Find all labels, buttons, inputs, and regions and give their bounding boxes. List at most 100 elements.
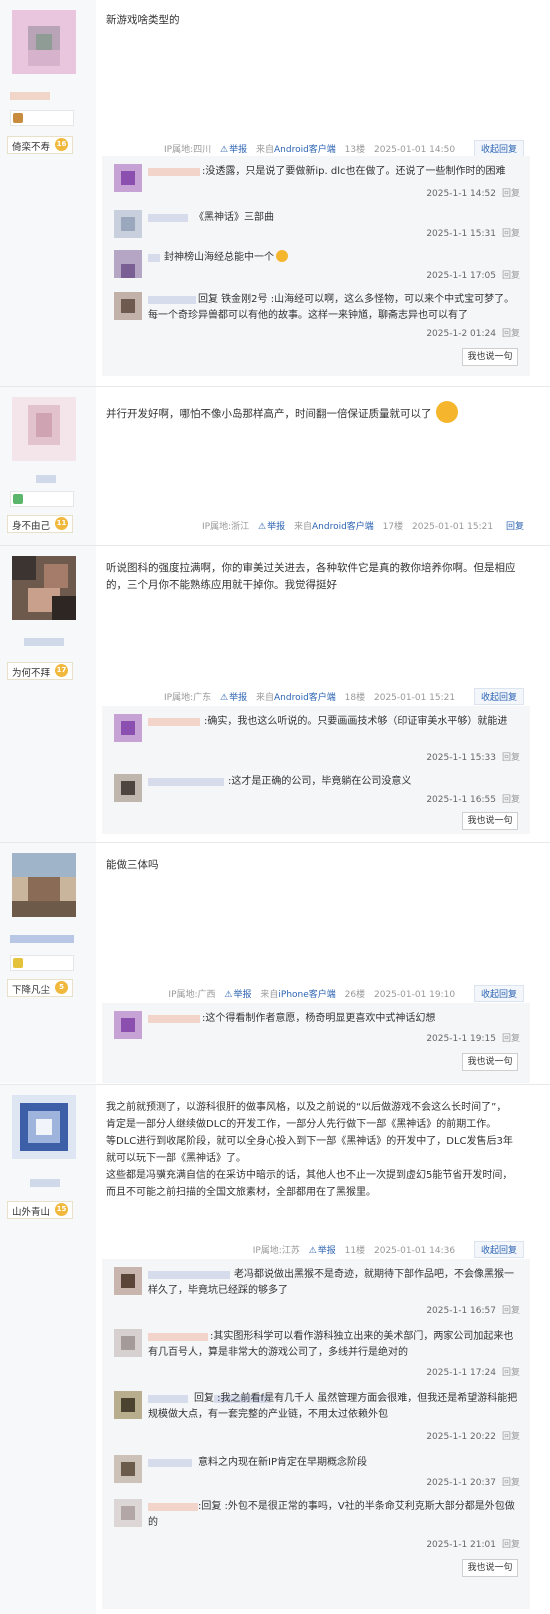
say-something-button[interactable]: 我也说一句 xyxy=(462,348,518,366)
comment-time: 2025-1-1 16:57 回复 xyxy=(426,1303,520,1316)
floor-number: 11楼 xyxy=(344,1246,366,1256)
comment-timestamp: 2025-1-1 15:31 xyxy=(426,229,496,239)
comment-avatar[interactable] xyxy=(114,1329,142,1357)
comment-reply-link[interactable]: 回复 xyxy=(502,795,520,805)
author-sidebar: 为何不拜 17 xyxy=(0,546,96,842)
say-something-button[interactable]: 我也说一句 xyxy=(462,1559,518,1577)
avatar[interactable] xyxy=(12,853,76,917)
comment-reply-link[interactable]: 回复 xyxy=(502,1432,520,1442)
comment-item: :其实图形科学可以看作游科独立出来的美术部门，两家公司加起来也有几百号人，算是非… xyxy=(102,1321,530,1381)
post-time: 2025-01-01 19:10 xyxy=(374,990,456,1000)
comment-avatar[interactable] xyxy=(114,1455,142,1483)
username-blur[interactable] xyxy=(10,92,50,100)
source-link[interactable]: Android客户端 xyxy=(312,522,374,532)
tongue-emoji-icon xyxy=(435,401,458,423)
comment-reply-link[interactable]: 回复 xyxy=(502,1478,520,1488)
ip-location: IP属地:四川 xyxy=(164,145,212,155)
comment-text: 回复 :我之前看f是有几千人 虽然管理方面会很难，但我还是希望游科能把规模做大点… xyxy=(148,1393,518,1420)
comment-reply-link[interactable]: 回复 xyxy=(502,1540,520,1550)
comment-text: 封神榜山海经总能中一个 xyxy=(164,250,504,266)
post-content: 我之前就预测了，以游科很肝的做事风格，以及之前说的“以后做游戏不会这么长时间了”… xyxy=(106,1099,536,1201)
report-link[interactable]: ⚠举报 xyxy=(220,693,247,703)
report-link[interactable]: ⚠举报 xyxy=(220,145,247,155)
source-link[interactable]: iPhone客户端 xyxy=(278,990,335,1000)
collapse-reply-button[interactable]: 收起回复 xyxy=(473,985,524,1002)
username-blur[interactable] xyxy=(30,1179,60,1187)
source-link[interactable]: Android客户端 xyxy=(274,693,336,703)
comment-timestamp: 2025-1-1 14:52 xyxy=(426,189,496,199)
username-blur[interactable] xyxy=(24,638,64,646)
reply-link[interactable]: 回复 xyxy=(506,522,524,532)
post-content: 新游戏啥类型的 xyxy=(106,14,180,26)
say-something-button[interactable]: 我也说一句 xyxy=(462,1053,518,1071)
collapse-reply-button[interactable]: 收起回复 xyxy=(473,1241,524,1258)
badge-icon xyxy=(13,958,23,968)
comment-time: 2025-1-1 17:24 回复 xyxy=(426,1365,520,1378)
comment-username-blur[interactable] xyxy=(148,1459,192,1467)
collapse-reply-button[interactable]: 收起回复 xyxy=(473,688,524,705)
comment-avatar[interactable] xyxy=(114,714,142,742)
comment-username-blur[interactable] xyxy=(148,254,160,262)
avatar[interactable] xyxy=(12,10,76,74)
floor-number: 18楼 xyxy=(344,693,366,703)
comment-item: :回复 :外包不是很正常的事吗，V社的半条命艾利克斯大部分都是外包做的 2025… xyxy=(102,1491,530,1553)
comment-timestamp: 2025-1-1 15:33 xyxy=(426,753,496,763)
warning-icon: ⚠ xyxy=(224,990,233,1000)
comment-reply-link[interactable]: 回复 xyxy=(502,753,520,763)
level-badge: 下降凡尘 5 xyxy=(7,979,73,997)
warning-icon: ⚠ xyxy=(220,693,229,703)
report-link[interactable]: ⚠举报 xyxy=(224,990,251,1000)
comment-item: 封神榜山海经总能中一个 2025-1-1 17:05 回复 xyxy=(102,242,530,282)
comment-thread: :这个得看制作者意愿，杨奇明显更喜欢中式神话幻想 2025-1-1 19:15 回… xyxy=(102,1003,530,1083)
level-badge: 山外青山 15 xyxy=(7,1201,73,1219)
comment-username-blur[interactable] xyxy=(148,168,200,176)
comment-timestamp: 2025-1-1 20:22 xyxy=(426,1432,496,1442)
say-something-button[interactable]: 我也说一句 xyxy=(462,812,518,830)
avatar[interactable] xyxy=(12,556,76,620)
comment-avatar[interactable] xyxy=(114,1499,142,1527)
floor-number: 26楼 xyxy=(344,990,366,1000)
user-title: 倚栾不寿 xyxy=(12,142,51,153)
avatar[interactable] xyxy=(12,397,76,461)
badge-box xyxy=(10,491,74,507)
level-icon: 5 xyxy=(55,981,68,994)
comment-avatar[interactable] xyxy=(114,292,142,320)
comment-reply-link[interactable]: 回复 xyxy=(502,229,520,239)
comment-avatar[interactable] xyxy=(114,1267,142,1295)
comment-reply-link[interactable]: 回复 xyxy=(502,1034,520,1044)
post-time: 2025-01-01 14:50 xyxy=(374,145,456,155)
username-blur[interactable] xyxy=(10,935,74,943)
comment-avatar[interactable] xyxy=(114,1391,142,1419)
report-link[interactable]: ⚠举报 xyxy=(309,1246,336,1256)
comment-avatar[interactable] xyxy=(114,164,142,192)
badge-box xyxy=(10,955,74,971)
comment-avatar[interactable] xyxy=(114,1011,142,1039)
floor-number: 17楼 xyxy=(382,522,404,532)
source-prefix: 来自 xyxy=(255,145,274,155)
comment-username-blur[interactable] xyxy=(148,214,188,222)
post-time: 2025-01-01 15:21 xyxy=(374,693,456,703)
comment-username-blur[interactable] xyxy=(148,778,224,786)
comment-time: 2025-1-1 20:22 回复 xyxy=(426,1429,520,1442)
report-label: 举报 xyxy=(267,522,286,532)
comment-avatar[interactable] xyxy=(114,774,142,802)
avatar[interactable] xyxy=(12,1095,76,1159)
post-floor-17: 身不由己 11 并行开发好啊，哪怕不像小岛那样高产，时间翻一倍保证质量就可以了 … xyxy=(0,387,550,545)
comment-reply-link[interactable]: 回复 xyxy=(502,1306,520,1316)
collapse-reply-button[interactable]: 收起回复 xyxy=(473,140,524,157)
comment-reply-link[interactable]: 回复 xyxy=(502,1368,520,1378)
comment-reply-link[interactable]: 回复 xyxy=(502,329,520,339)
source-link[interactable]: Android客户端 xyxy=(274,145,336,155)
author-sidebar: 下降凡尘 5 xyxy=(0,843,96,1083)
comment-reply-link[interactable]: 回复 xyxy=(502,271,520,281)
level-icon: 15 xyxy=(55,1203,68,1216)
comment-avatar[interactable] xyxy=(114,250,142,278)
comment-thread: :没透露，只是说了要做新ip. dlc也在做了。还说了一些制作时的困难 2025… xyxy=(102,156,530,376)
report-link[interactable]: ⚠举报 xyxy=(258,522,285,532)
username-blur[interactable] xyxy=(36,475,56,483)
comment-username-blur[interactable] xyxy=(148,1015,200,1023)
badge-icon xyxy=(13,494,23,504)
comment-avatar[interactable] xyxy=(114,210,142,238)
smiley-emoji-icon xyxy=(276,250,288,262)
comment-reply-link[interactable]: 回复 xyxy=(502,189,520,199)
